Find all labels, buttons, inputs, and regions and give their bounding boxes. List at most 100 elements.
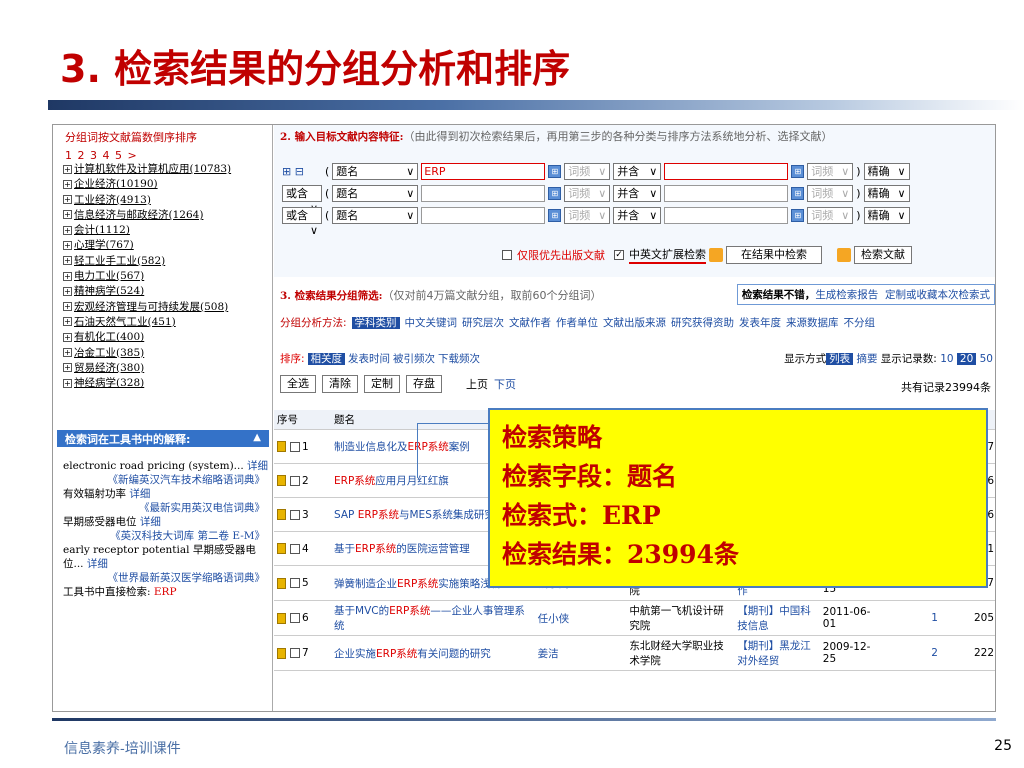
sort-option[interactable]: 下载频次 (438, 353, 480, 365)
group-tab[interactable]: 研究层次 (462, 317, 504, 329)
dictionary-link[interactable]: 《新编英汉汽车技术缩略语词典》 (63, 473, 269, 487)
row-checkbox[interactable] (290, 441, 300, 452)
logic-select[interactable]: 或含∨ (282, 184, 322, 215)
dictionary-link[interactable]: 《世界最新英汉医学缩略语词典》 (63, 571, 269, 585)
group-tab[interactable]: 中文关键词 (405, 317, 458, 329)
expand-icon[interactable]: + (63, 256, 72, 266)
group-tab[interactable]: 文献作者 (509, 317, 551, 329)
group-tab[interactable]: 文献出版来源 (603, 317, 666, 329)
detail-link[interactable]: 详细 (247, 460, 268, 472)
category-item[interactable]: + 轻工业手工业(582) (53, 254, 272, 269)
freq-select[interactable]: 词频 ∨ (564, 206, 611, 224)
freq2-icon[interactable]: ⊞ (791, 186, 805, 200)
ext-search-checkbox[interactable]: ✓ (614, 250, 624, 260)
freq2-select[interactable]: 词频 ∨ (807, 162, 854, 180)
freq-icon[interactable]: ⊞ (548, 208, 562, 222)
expand-icon[interactable]: + (63, 363, 72, 373)
group-pagination[interactable]: 1 2 3 4 5 > (53, 149, 272, 162)
group-tab[interactable]: 来源数据库 (786, 317, 839, 329)
op-select[interactable]: 并含 ∨ (613, 206, 662, 224)
freq-icon[interactable]: ⊞ (548, 186, 562, 200)
display-abstract[interactable]: 摘要 (856, 353, 877, 365)
row-checkbox[interactable] (290, 613, 300, 623)
title-cell[interactable]: 基于MVC的ERP系统——企业人事管理系统 (331, 600, 535, 636)
search-within-button[interactable]: 在结果中检索 (726, 246, 822, 264)
sort-option[interactable]: 发表时间 (348, 353, 390, 365)
title-cell[interactable]: 企业实施ERP系统有关问题的研究 (331, 635, 535, 671)
detail-link[interactable]: 详细 (129, 488, 150, 500)
freq2-select[interactable]: 词频 ∨ (807, 206, 854, 224)
expand-icon[interactable]: + (63, 195, 72, 205)
expand-icon[interactable]: + (63, 225, 72, 235)
freq2-icon[interactable]: ⊞ (791, 164, 805, 178)
expand-icon[interactable]: + (63, 210, 72, 220)
expand-icon[interactable]: + (63, 302, 72, 312)
keyword2-input[interactable] (664, 162, 789, 180)
expand-icon[interactable]: + (63, 164, 72, 174)
save-query-link[interactable]: 定制或收藏本次检索式 (885, 289, 990, 301)
clear-button[interactable]: 清除 (322, 375, 358, 393)
category-item[interactable]: + 冶金工业(385) (53, 346, 272, 361)
category-item[interactable]: + 宏观经济管理与可持续发展(508) (53, 300, 272, 315)
source-cell[interactable]: 【期刊】黑龙江对外经贸 (734, 635, 820, 671)
keyword2-input[interactable] (664, 184, 789, 202)
direct-term[interactable]: ERP (154, 586, 177, 598)
next-page[interactable]: 下页 (494, 376, 516, 392)
logic-select[interactable]: 或含∨ (282, 206, 322, 237)
freq2-icon[interactable]: ⊞ (791, 208, 805, 222)
match-select[interactable]: 精确 ∨ (863, 206, 910, 224)
freq-icon[interactable]: ⊞ (548, 164, 562, 178)
keyword2-input[interactable] (664, 206, 789, 224)
sort-option[interactable]: 被引频次 (393, 353, 435, 365)
category-item[interactable]: + 贸易经济(380) (53, 361, 272, 376)
priority-checkbox[interactable] (502, 250, 512, 260)
expand-icon[interactable]: + (63, 348, 72, 358)
freq-select[interactable]: 词频 ∨ (564, 184, 611, 202)
expand-icon[interactable]: + (63, 317, 72, 327)
detail-link[interactable]: 详细 (87, 558, 108, 570)
group-tab[interactable]: 作者单位 (556, 317, 598, 329)
expand-icon[interactable]: + (63, 332, 72, 342)
row-checkbox[interactable] (290, 543, 300, 554)
cite-cell[interactable]: 2 (884, 635, 941, 671)
keyword-input[interactable] (421, 206, 546, 224)
row-checkbox[interactable] (290, 509, 300, 520)
custom-button[interactable]: 定制 (364, 375, 400, 393)
row-checkbox[interactable] (290, 648, 300, 658)
display-list[interactable]: 列表 (826, 353, 854, 365)
freq-select[interactable]: 词频 ∨ (564, 162, 611, 180)
save-button[interactable]: 存盘 (406, 375, 442, 393)
category-item[interactable]: + 计算机软件及计算机应用(10783) (53, 162, 272, 177)
keyword-input[interactable] (421, 184, 546, 202)
cite-cell[interactable]: 1 (884, 600, 941, 636)
category-item[interactable]: + 石油天然气工业(451) (53, 315, 272, 330)
group-tab[interactable]: 不分组 (844, 317, 876, 329)
category-item[interactable]: + 会计(1112) (53, 223, 272, 238)
row-checkbox[interactable] (290, 475, 300, 486)
keyword-input[interactable]: ERP (421, 162, 546, 180)
category-item[interactable]: + 神经病学(328) (53, 376, 272, 391)
category-item[interactable]: + 电力工业(567) (53, 269, 272, 284)
row-checkbox[interactable] (290, 578, 300, 588)
expand-icon[interactable]: + (63, 240, 72, 250)
expand-icon[interactable]: + (63, 271, 72, 281)
report-link[interactable]: 生成检索报告 (815, 289, 878, 301)
field-select[interactable]: 题名 ∨ (332, 162, 419, 180)
category-item[interactable]: + 信息经济与邮政经济(1264) (53, 208, 272, 223)
dictionary-link[interactable]: 《最新实用英汉电信词典》 (63, 501, 269, 515)
group-tab[interactable]: 研究获得资助 (671, 317, 734, 329)
group-tab[interactable]: 发表年度 (739, 317, 781, 329)
count-10[interactable]: 10 (940, 353, 953, 365)
category-item[interactable]: + 心理学(767) (53, 238, 272, 253)
dictionary-link[interactable]: 《英汉科技大词库 第二卷 E-M》 (63, 529, 269, 543)
explain-bar[interactable]: 检索词在工具书中的解释: ▲ (57, 430, 269, 447)
field-select[interactable]: 题名 ∨ (332, 206, 419, 224)
field-select[interactable]: 题名 ∨ (332, 184, 419, 202)
category-item[interactable]: + 有机化工(400) (53, 330, 272, 345)
group-tab[interactable]: 学科类别 (351, 317, 400, 329)
op-select[interactable]: 并含 ∨ (613, 184, 662, 202)
detail-link[interactable]: 详细 (140, 516, 161, 528)
match-select[interactable]: 精确 ∨ (863, 184, 910, 202)
count-20[interactable]: 20 (956, 353, 977, 365)
freq2-select[interactable]: 词频 ∨ (807, 184, 854, 202)
